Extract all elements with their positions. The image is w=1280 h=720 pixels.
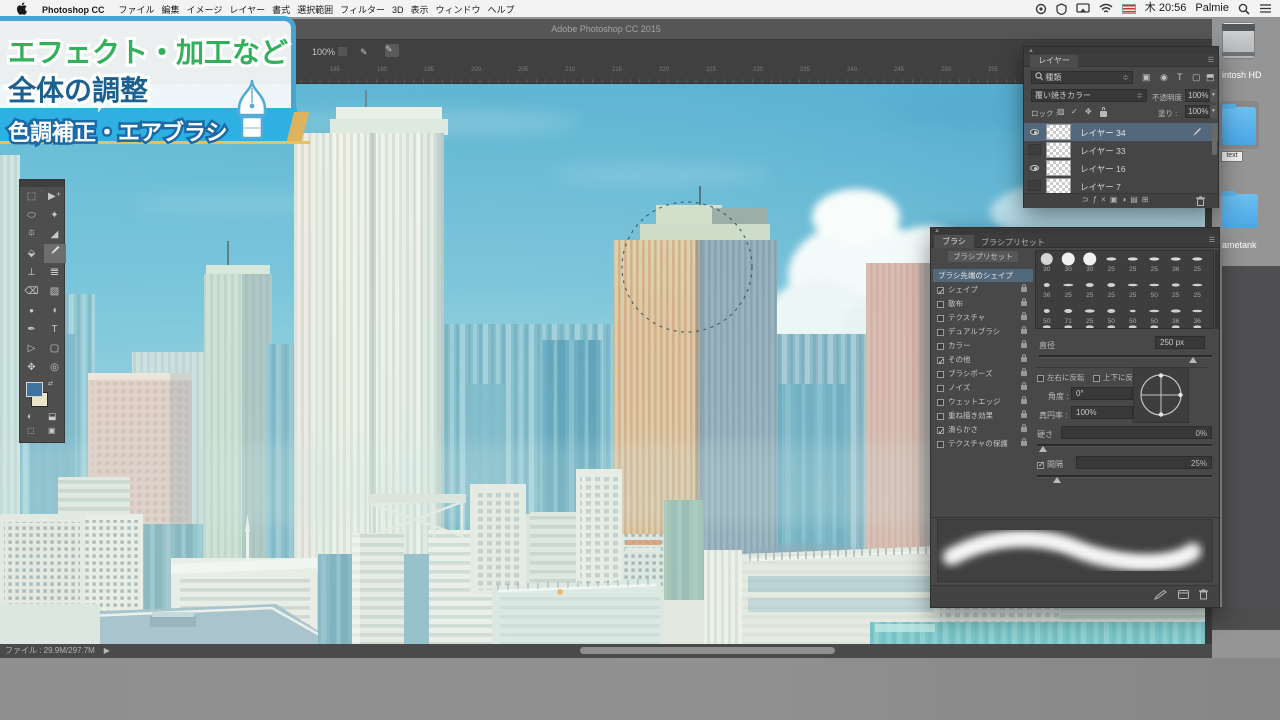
svg-text:25: 25: [1065, 292, 1073, 299]
svg-text:25: 25: [1086, 292, 1094, 299]
svg-text:25: 25: [1194, 292, 1202, 299]
svg-text:25: 25: [1108, 266, 1116, 273]
svg-text:25: 25: [1086, 318, 1094, 325]
svg-text:71: 71: [1065, 318, 1073, 325]
svg-text:50: 50: [1108, 318, 1116, 325]
svg-text:25: 25: [1108, 292, 1116, 299]
svg-text:25: 25: [1151, 266, 1159, 273]
svg-text:25: 25: [1172, 292, 1180, 299]
svg-text:25: 25: [1129, 292, 1137, 299]
svg-text:36: 36: [1194, 318, 1202, 325]
svg-text:25: 25: [1194, 266, 1202, 273]
svg-text:25: 25: [1129, 266, 1137, 273]
svg-text:50: 50: [1151, 292, 1159, 299]
svg-text:30: 30: [1043, 266, 1051, 273]
svg-text:30: 30: [1065, 266, 1073, 273]
svg-text:36: 36: [1043, 292, 1051, 299]
svg-text:36: 36: [1172, 266, 1180, 273]
svg-text:50: 50: [1129, 318, 1137, 325]
svg-text:36: 36: [1172, 318, 1180, 325]
svg-text:30: 30: [1086, 266, 1094, 273]
svg-text:50: 50: [1151, 318, 1159, 325]
svg-text:50: 50: [1043, 318, 1051, 325]
